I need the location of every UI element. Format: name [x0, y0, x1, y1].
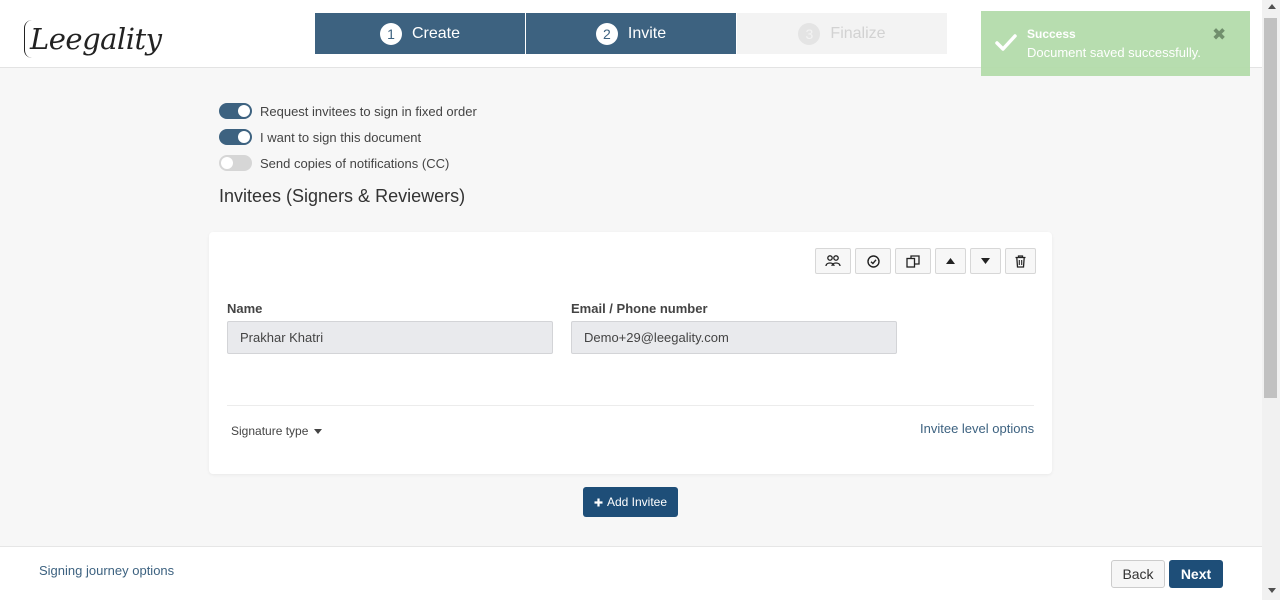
caret-down-icon [314, 428, 323, 434]
move-up-button[interactable] [935, 248, 966, 274]
logo-text: Leegality [30, 22, 162, 56]
leegality-logo[interactable]: Leegality [14, 10, 162, 58]
arrow-down-icon [981, 258, 990, 264]
option-label: Send copies of notifications (CC) [260, 155, 450, 171]
arrow-up-icon [946, 258, 955, 264]
scroll-up-icon[interactable] [1268, 4, 1276, 9]
approve-button[interactable] [855, 248, 891, 274]
invitee-card: Name Prakhar Khatri Email / Phone number… [209, 232, 1052, 474]
next-button[interactable]: Next [1169, 560, 1223, 588]
scroll-down-icon[interactable] [1268, 588, 1276, 593]
signature-type-dropdown[interactable]: Signature type [231, 424, 323, 438]
group-icon [825, 255, 841, 267]
signing-journey-options-link[interactable]: Signing journey options [39, 563, 174, 578]
name-input[interactable]: Prakhar Khatri [227, 321, 553, 354]
option-cc: Send copies of notifications (CC) [219, 155, 449, 171]
scroll-thumb[interactable] [1264, 18, 1277, 398]
signature-type-label: Signature type [231, 424, 309, 438]
checkmark-icon [995, 34, 1017, 51]
invitee-level-options-link[interactable]: Invitee level options [920, 421, 1034, 436]
step-number: 3 [798, 22, 821, 45]
self-sign-toggle[interactable] [219, 129, 252, 145]
step-invite[interactable]: 2 Invite [526, 13, 736, 54]
fixed-order-toggle[interactable] [219, 103, 252, 119]
option-fixed-order: Request invitees to sign in fixed order [219, 103, 477, 119]
invitee-toolbar [815, 248, 1036, 274]
check-circle-icon [866, 254, 880, 268]
step-label: Finalize [830, 24, 886, 42]
move-down-button[interactable] [970, 248, 1001, 274]
toast-message: Document saved successfully. [1027, 45, 1201, 60]
add-invitee-label: Add Invitee [606, 495, 668, 509]
plus-icon [594, 498, 603, 506]
cc-toggle[interactable] [219, 155, 252, 171]
group-button[interactable] [815, 248, 851, 274]
step-create[interactable]: 1 Create [315, 13, 525, 54]
copy-icon [906, 254, 920, 268]
name-label: Name [227, 301, 263, 316]
step-label: Create [411, 24, 461, 42]
close-icon[interactable]: ✖ [1212, 25, 1226, 45]
invitees-heading: Invitees (Signers & Reviewers) [219, 186, 466, 206]
success-toast: Success Document saved successfully. ✖ [981, 11, 1250, 76]
back-button[interactable]: Back [1111, 560, 1165, 588]
step-label: Invite [627, 24, 667, 42]
step-wizard: 1 Create 2 Invite 3 Finalize [315, 13, 947, 54]
step-finalize: 3 Finalize [737, 13, 947, 54]
trash-icon [1015, 254, 1026, 268]
delete-button[interactable] [1005, 248, 1036, 274]
footer-bar: Signing journey options Back Next [0, 546, 1262, 600]
divider [227, 405, 1034, 406]
option-label: I want to sign this document [260, 129, 422, 145]
contact-input[interactable]: Demo+29@leegality.com [571, 321, 897, 354]
option-label: Request invitees to sign in fixed order [260, 103, 477, 119]
step-number: 2 [595, 22, 618, 45]
step-number: 1 [379, 22, 402, 45]
contact-label: Email / Phone number [571, 301, 708, 316]
option-self-sign: I want to sign this document [219, 129, 421, 145]
page-scrollbar[interactable] [1262, 0, 1280, 600]
copy-button[interactable] [895, 248, 931, 274]
add-invitee-button[interactable]: Add Invitee [583, 487, 678, 517]
toast-title: Success [1027, 27, 1076, 41]
